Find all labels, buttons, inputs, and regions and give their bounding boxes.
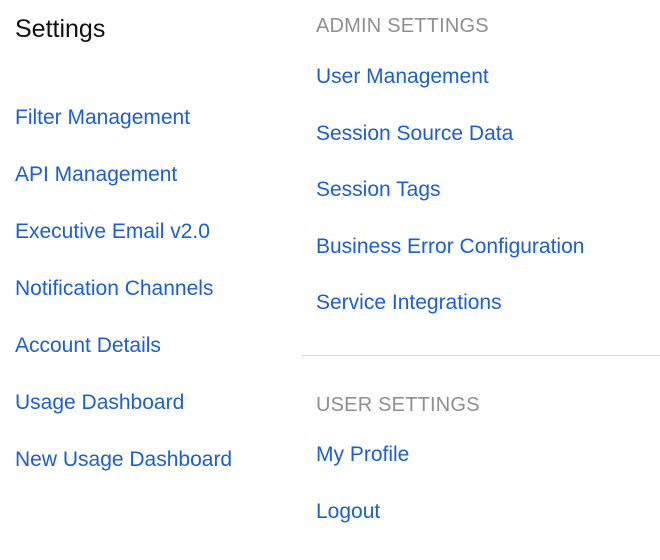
admin-settings-menu: User Management Session Source Data Sess… — [316, 62, 584, 345]
section-divider — [302, 355, 660, 356]
admin-settings-heading: ADMIN SETTINGS — [316, 15, 489, 37]
menu-item-logout[interactable]: Logout — [316, 497, 409, 554]
menu-item-user-management[interactable]: User Management — [316, 62, 584, 119]
menu-item-business-error-configuration[interactable]: Business Error Configuration — [316, 232, 584, 289]
menu-item-notification-channels[interactable]: Notification Channels — [15, 274, 295, 331]
user-settings-menu: My Profile Logout — [316, 440, 409, 554]
menu-item-new-usage-dashboard[interactable]: New Usage Dashboard — [15, 445, 295, 502]
menu-item-my-profile[interactable]: My Profile — [316, 440, 409, 497]
settings-menu: Filter Management API Management Executi… — [15, 103, 295, 502]
menu-item-executive-email[interactable]: Executive Email v2.0 — [15, 217, 295, 274]
user-settings-heading: USER SETTINGS — [316, 394, 480, 416]
menu-item-session-tags[interactable]: Session Tags — [316, 175, 584, 232]
menu-item-account-details[interactable]: Account Details — [15, 331, 295, 388]
menu-item-session-source-data[interactable]: Session Source Data — [316, 119, 584, 176]
menu-item-usage-dashboard[interactable]: Usage Dashboard — [15, 388, 295, 445]
page-title: Settings — [15, 15, 106, 43]
menu-item-filter-management[interactable]: Filter Management — [15, 103, 295, 160]
menu-item-service-integrations[interactable]: Service Integrations — [316, 288, 584, 345]
menu-item-api-management[interactable]: API Management — [15, 160, 295, 217]
